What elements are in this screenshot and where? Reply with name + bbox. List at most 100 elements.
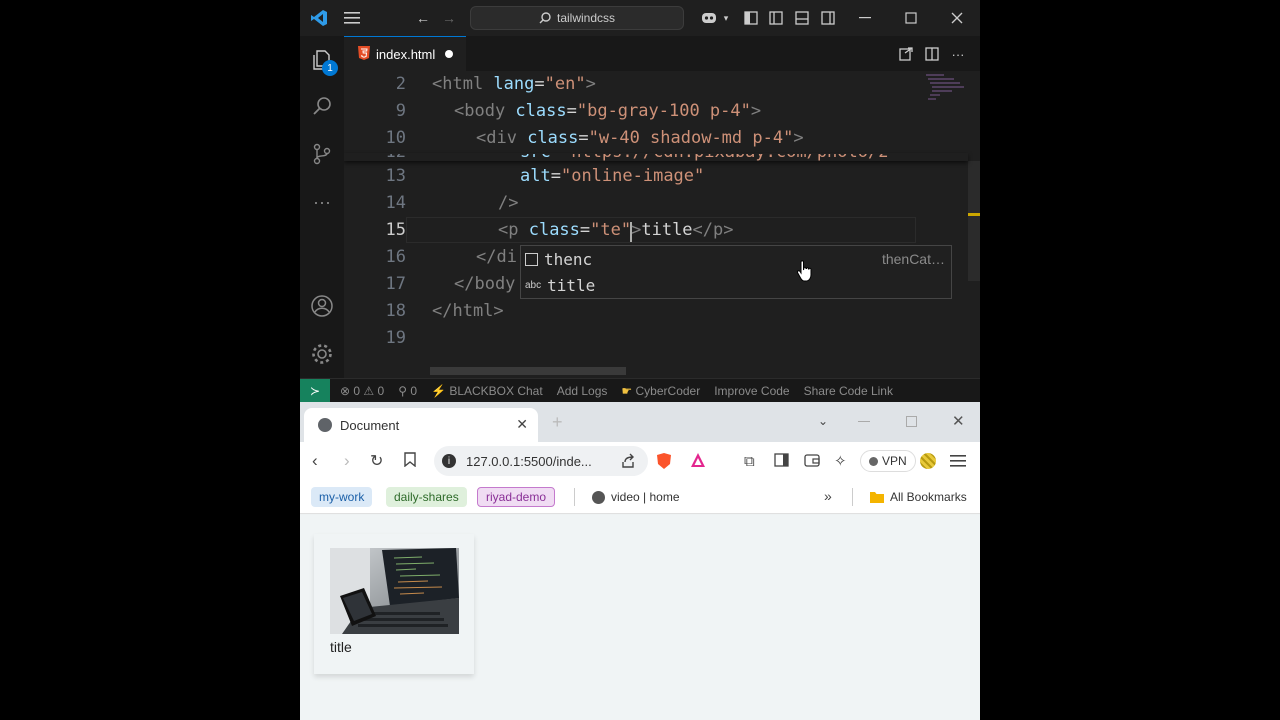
source-control-icon[interactable] — [308, 140, 336, 168]
suggestion-label: thenc — [544, 249, 593, 269]
suggestion-detail: thenCat… — [881, 251, 945, 267]
ports-indicator[interactable]: ⚲ 0 — [398, 384, 417, 398]
autocomplete-popup[interactable]: thenc thenCat… abc title — [520, 245, 952, 299]
open-preview-icon[interactable] — [896, 44, 916, 64]
wallet-icon[interactable] — [804, 453, 820, 472]
bolt-icon: ⚡ — [431, 383, 446, 398]
menu-icon[interactable] — [338, 0, 366, 36]
info-icon[interactable]: i — [442, 454, 456, 468]
more-bookmarks-icon[interactable]: » — [824, 488, 832, 504]
hand-icon: ☛ — [621, 383, 633, 398]
search-text: tailwindcss — [556, 11, 616, 25]
bookmark-icon[interactable] — [404, 452, 416, 472]
remote-icon[interactable]: ≻ — [300, 378, 330, 403]
bookmark-divider — [852, 488, 853, 506]
suggestion-item[interactable]: thenc thenCat… — [521, 246, 951, 272]
line-number: 10 — [385, 128, 406, 148]
improve-code[interactable]: Improve Code — [714, 384, 789, 398]
leo-ai-icon[interactable]: ✧ — [834, 452, 847, 470]
url-text: 127.0.0.1:5500/inde... — [466, 453, 592, 469]
address-bar[interactable]: i 127.0.0.1:5500/inde... — [434, 446, 648, 476]
explorer-badge: 1 — [322, 60, 338, 76]
account-icon[interactable] — [308, 292, 336, 320]
blackbox-chat[interactable]: ⚡ BLACKBOX Chat — [431, 384, 543, 398]
mouse-pointer-icon — [796, 259, 812, 288]
status-bar: ≻ ⊗ 0 ⚠ 0 ⚲ 0 ⚡ BLACKBOX Chat Add Logs ☛… — [300, 378, 980, 403]
code-line[interactable]: </body — [454, 274, 515, 294]
layout-secondary-icon[interactable] — [816, 0, 840, 36]
unsaved-dot-icon[interactable] — [445, 50, 454, 58]
copilot-icon[interactable] — [696, 0, 722, 36]
sidebar-icon[interactable] — [774, 453, 789, 472]
forward-icon[interactable]: › — [344, 451, 350, 471]
tab-search-chevron-icon[interactable]: ⌄ — [818, 414, 828, 428]
close-icon[interactable] — [944, 0, 970, 36]
code-line[interactable]: <div class="w-40 shadow-md p-4"> — [476, 128, 804, 148]
layout-panel-icon[interactable] — [764, 0, 788, 36]
laptop-image — [330, 548, 459, 634]
scroll-marker — [968, 213, 980, 216]
code-line-active[interactable]: <p class="te">title</p> — [498, 220, 734, 240]
code-editor[interactable]: 2 <html lang="en"> 9 <body class="bg-gra… — [344, 71, 980, 378]
cybercoder[interactable]: ☛ CyberCoder — [621, 384, 700, 398]
extensions-icon[interactable]: ⧉ — [744, 453, 755, 470]
brave-rewards-icon[interactable] — [690, 452, 706, 473]
horizontal-scrollbar[interactable] — [430, 367, 626, 375]
bookmark-daily-shares[interactable]: daily-shares — [386, 487, 467, 507]
explorer-icon[interactable]: 1 — [308, 46, 338, 76]
brave-shield-icon[interactable] — [656, 452, 672, 475]
split-editor-icon[interactable] — [922, 44, 942, 64]
browser-tab-document[interactable]: Document ✕ — [304, 408, 538, 442]
back-arrow-icon[interactable]: ← — [410, 0, 436, 36]
minimize-icon[interactable] — [852, 0, 878, 36]
line-number: 14 — [385, 193, 406, 213]
bookmark-riyad-demo[interactable]: riyad-demo — [477, 487, 556, 507]
code-line[interactable]: alt="online-image" — [520, 166, 704, 186]
command-center-search[interactable]: tailwindcss — [470, 6, 684, 30]
maximize-icon[interactable] — [898, 0, 924, 36]
vpn-button[interactable]: VPN — [860, 450, 916, 472]
back-icon[interactable]: ‹ — [312, 451, 318, 471]
reload-icon[interactable]: ↻ — [370, 451, 383, 471]
tab-index-html[interactable]: index.html — [344, 36, 466, 71]
text-kind-icon: abc — [525, 279, 542, 291]
card: title — [314, 534, 474, 674]
search-icon[interactable] — [308, 92, 336, 120]
close-tab-icon[interactable]: ✕ — [516, 416, 528, 433]
bookmark-video-home[interactable]: video | home — [592, 490, 680, 504]
layout-primary-icon[interactable] — [740, 0, 762, 36]
globe-icon — [592, 490, 605, 504]
browser-maximize-icon[interactable] — [906, 416, 917, 427]
code-line[interactable]: <body class="bg-gray-100 p-4"> — [454, 101, 761, 121]
bookmark-my-work[interactable]: my-work — [311, 487, 373, 507]
title-bar: ← → tailwindcss ▾ — [300, 0, 980, 36]
share-icon[interactable] — [620, 453, 636, 474]
vertical-scrollbar[interactable] — [968, 161, 980, 281]
layout-bottom-icon[interactable] — [790, 0, 814, 36]
more-views-icon[interactable]: ··· — [308, 188, 336, 216]
code-line[interactable]: </di — [476, 247, 517, 267]
code-line[interactable]: <html lang="en"> — [432, 74, 596, 94]
partial-line-12: 12 src="https://cdn.pixabay.com/photo/2 — [344, 154, 968, 164]
add-logs[interactable]: Add Logs — [557, 384, 608, 398]
chevron-down-icon[interactable]: ▾ — [720, 0, 732, 36]
share-code-link[interactable]: Share Code Link — [804, 384, 893, 398]
hamburger-menu-icon[interactable] — [950, 454, 966, 472]
forward-arrow-icon[interactable]: → — [436, 0, 462, 36]
browser-close-icon[interactable]: ✕ — [952, 412, 965, 430]
vscode-logo-icon — [304, 0, 334, 36]
browser-window: Document ✕ + ⌄ ✕ ‹ › ↻ i 127.0.0.1:5500/… — [300, 402, 980, 720]
code-line[interactable]: </html> — [432, 301, 504, 321]
more-actions-icon[interactable]: ··· — [948, 44, 968, 64]
browser-minimize-icon[interactable] — [858, 421, 870, 422]
settings-gear-icon[interactable] — [308, 340, 336, 368]
line-number: 17 — [385, 274, 406, 294]
new-tab-icon[interactable]: + — [552, 412, 563, 433]
suggestion-item[interactable]: abc title — [521, 272, 951, 298]
minimap[interactable] — [924, 73, 968, 103]
crypto-wallet-icon[interactable] — [920, 453, 936, 469]
line-number: 2 — [395, 74, 406, 94]
problems-indicator[interactable]: ⊗ 0 ⚠ 0 — [340, 384, 384, 398]
code-line[interactable]: /> — [498, 193, 518, 213]
all-bookmarks-folder[interactable]: All Bookmarks — [870, 490, 967, 504]
